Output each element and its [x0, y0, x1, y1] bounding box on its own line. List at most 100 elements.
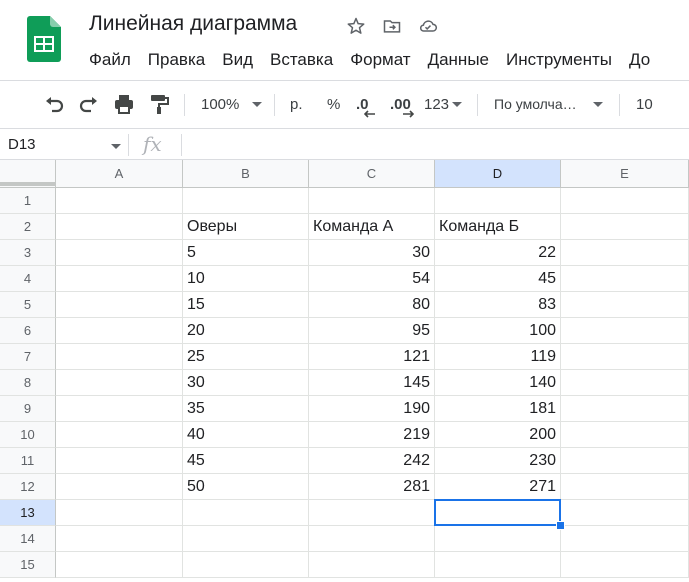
more-formats-button[interactable]: 123 — [424, 86, 463, 122]
row-header-7[interactable]: 7 — [0, 344, 56, 370]
cell-a5[interactable] — [56, 292, 183, 318]
cell-e13[interactable] — [561, 500, 689, 526]
cell-e9[interactable] — [561, 396, 689, 422]
cell-c8[interactable]: 145 — [309, 370, 435, 396]
cell-b8[interactable]: 30 — [183, 370, 309, 396]
column-header-e[interactable]: E — [561, 160, 689, 188]
row-header-5[interactable]: 5 — [0, 292, 56, 318]
cell-d4[interactable]: 45 — [435, 266, 561, 292]
cell-b1[interactable] — [183, 188, 309, 214]
font-size-field[interactable]: 10 — [636, 86, 653, 122]
decrease-decimals-button[interactable]: .0 — [356, 86, 375, 122]
cell-c7[interactable]: 121 — [309, 344, 435, 370]
cloud-status-icon[interactable] — [417, 15, 439, 37]
font-select[interactable]: По умолча… — [494, 86, 603, 122]
move-to-folder-icon[interactable] — [381, 15, 403, 37]
row-header-1[interactable]: 1 — [0, 188, 56, 214]
cell-c9[interactable]: 190 — [309, 396, 435, 422]
cell-b15[interactable] — [183, 552, 309, 578]
cell-b2[interactable]: Оверы — [183, 214, 309, 240]
cell-a2[interactable] — [56, 214, 183, 240]
row-header-14[interactable]: 14 — [0, 526, 56, 552]
zoom-select[interactable]: 100% — [201, 86, 263, 122]
cell-d1[interactable] — [435, 188, 561, 214]
cell-b4[interactable]: 10 — [183, 266, 309, 292]
cell-d10[interactable]: 200 — [435, 422, 561, 448]
row-header-8[interactable]: 8 — [0, 370, 56, 396]
cell-c15[interactable] — [309, 552, 435, 578]
cell-a9[interactable] — [56, 396, 183, 422]
cell-e1[interactable] — [561, 188, 689, 214]
cell-a15[interactable] — [56, 552, 183, 578]
cell-a4[interactable] — [56, 266, 183, 292]
fill-handle[interactable] — [556, 521, 565, 530]
cell-e4[interactable] — [561, 266, 689, 292]
cell-b5[interactable]: 15 — [183, 292, 309, 318]
column-header-a[interactable]: A — [56, 160, 183, 188]
menu-view[interactable]: Вид — [222, 50, 253, 70]
cell-e6[interactable] — [561, 318, 689, 344]
cell-a13[interactable] — [56, 500, 183, 526]
row-header-15[interactable]: 15 — [0, 552, 56, 578]
cell-d9[interactable]: 181 — [435, 396, 561, 422]
cell-b7[interactable]: 25 — [183, 344, 309, 370]
formula-input[interactable] — [190, 136, 680, 156]
cell-d6[interactable]: 100 — [435, 318, 561, 344]
currency-format-button[interactable]: р. — [290, 86, 303, 122]
column-header-c[interactable]: C — [309, 160, 435, 188]
cell-c10[interactable]: 219 — [309, 422, 435, 448]
cell-a6[interactable] — [56, 318, 183, 344]
menu-insert[interactable]: Вставка — [270, 50, 333, 70]
menu-data[interactable]: Данные — [428, 50, 489, 70]
cell-b10[interactable]: 40 — [183, 422, 309, 448]
cell-c13[interactable] — [309, 500, 435, 526]
redo-icon[interactable] — [77, 86, 101, 122]
cell-b13[interactable] — [183, 500, 309, 526]
cell-c4[interactable]: 54 — [309, 266, 435, 292]
cell-b12[interactable]: 50 — [183, 474, 309, 500]
cell-e8[interactable] — [561, 370, 689, 396]
cell-c3[interactable]: 30 — [309, 240, 435, 266]
paint-format-icon[interactable] — [147, 86, 171, 122]
increase-decimals-button[interactable]: .00 — [390, 86, 414, 122]
cell-e14[interactable] — [561, 526, 689, 552]
cell-e15[interactable] — [561, 552, 689, 578]
row-header-2[interactable]: 2 — [0, 214, 56, 240]
document-title[interactable]: Линейная диаграмма — [89, 12, 297, 36]
cell-a3[interactable] — [56, 240, 183, 266]
menu-tools[interactable]: Инструменты — [506, 50, 612, 70]
cell-d15[interactable] — [435, 552, 561, 578]
row-header-12[interactable]: 12 — [0, 474, 56, 500]
print-icon[interactable] — [112, 86, 136, 122]
frozen-row-handle[interactable] — [0, 182, 56, 186]
name-box[interactable]: D13 — [8, 136, 36, 153]
cell-a7[interactable] — [56, 344, 183, 370]
cell-d5[interactable]: 83 — [435, 292, 561, 318]
menu-file[interactable]: Файл — [89, 50, 131, 70]
cell-a12[interactable] — [56, 474, 183, 500]
cell-e12[interactable] — [561, 474, 689, 500]
row-header-9[interactable]: 9 — [0, 396, 56, 422]
cell-d14[interactable] — [435, 526, 561, 552]
cell-d11[interactable]: 230 — [435, 448, 561, 474]
cell-c6[interactable]: 95 — [309, 318, 435, 344]
row-header-10[interactable]: 10 — [0, 422, 56, 448]
menu-extensions[interactable]: До — [629, 50, 650, 70]
row-header-6[interactable]: 6 — [0, 318, 56, 344]
cell-b9[interactable]: 35 — [183, 396, 309, 422]
cell-d3[interactable]: 22 — [435, 240, 561, 266]
menu-format[interactable]: Формат — [350, 50, 410, 70]
cell-e5[interactable] — [561, 292, 689, 318]
cell-e10[interactable] — [561, 422, 689, 448]
cell-b11[interactable]: 45 — [183, 448, 309, 474]
percent-format-button[interactable]: % — [327, 86, 340, 122]
cell-c1[interactable] — [309, 188, 435, 214]
row-header-3[interactable]: 3 — [0, 240, 56, 266]
cell-a10[interactable] — [56, 422, 183, 448]
row-header-4[interactable]: 4 — [0, 266, 56, 292]
column-header-d[interactable]: D — [435, 160, 561, 188]
cell-a8[interactable] — [56, 370, 183, 396]
cell-a11[interactable] — [56, 448, 183, 474]
undo-icon[interactable] — [42, 86, 66, 122]
cell-e3[interactable] — [561, 240, 689, 266]
